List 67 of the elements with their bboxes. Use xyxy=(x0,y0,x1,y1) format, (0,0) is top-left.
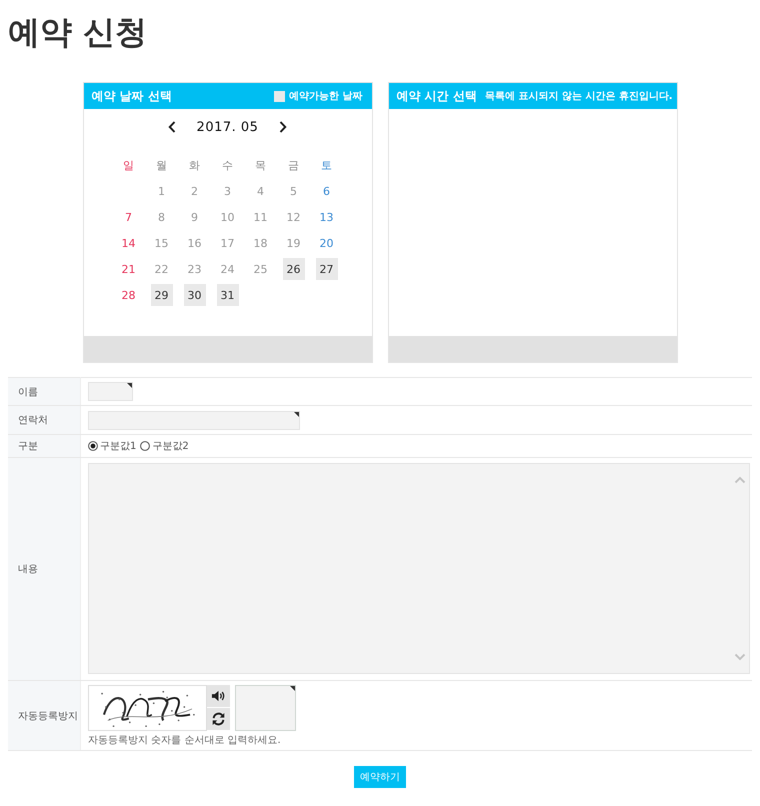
calendar-day: 7 xyxy=(118,206,140,228)
calendar-day: 22 xyxy=(150,258,172,280)
calendar-day: 16 xyxy=(184,232,206,254)
text-field[interactable] xyxy=(88,411,300,430)
legend-label: 예약가능한 날짜 xyxy=(289,90,362,103)
weekday-label: 월 xyxy=(155,158,168,174)
weekday-label: 화 xyxy=(188,158,201,174)
calendar-day: 12 xyxy=(282,206,304,228)
weekday-label: 수 xyxy=(221,158,234,174)
hint-text: 자동등록방지 숫자를 순서대로 입력하세요. xyxy=(88,735,281,747)
calendar-day: 20 xyxy=(316,232,338,254)
calendar-day: 18 xyxy=(250,232,272,254)
refresh-icon xyxy=(211,712,226,726)
calendar-day: 23 xyxy=(184,258,206,280)
calendar-day: 10 xyxy=(216,206,238,228)
swatch-icon xyxy=(274,90,286,102)
month-label: 2017. 05 xyxy=(196,120,258,134)
field-label: 연락처 xyxy=(8,406,80,434)
panel-title: 예약 시간 선택 xyxy=(396,88,477,104)
chevron-left-icon xyxy=(168,121,176,133)
chevron-up-icon[interactable] xyxy=(734,476,746,484)
calendar-day: 3 xyxy=(216,180,238,202)
weekday-label: 금 xyxy=(287,158,300,174)
calendar-day: 9 xyxy=(184,206,206,228)
panel-title: 예약 날짜 선택 xyxy=(92,88,172,104)
calendar-day: 1 xyxy=(150,180,172,202)
calendar-day[interactable]: 30 xyxy=(184,284,206,306)
radio-option[interactable]: 구분값1 xyxy=(88,439,136,453)
calendar-day[interactable]: 27 xyxy=(316,258,338,280)
refresh-button[interactable] xyxy=(207,708,230,730)
calendar-day: 24 xyxy=(216,258,238,280)
calendar-day[interactable]: 31 xyxy=(216,284,238,306)
field-label: 이름 xyxy=(8,378,80,406)
calendar-day: 19 xyxy=(282,232,304,254)
calendar-day[interactable]: 26 xyxy=(282,258,304,280)
calendar-day: 14 xyxy=(118,232,140,254)
calendar-day: 4 xyxy=(250,180,272,202)
calendar-day: 11 xyxy=(250,206,272,228)
field-label: 구분 xyxy=(8,434,80,458)
calendar-day: 6 xyxy=(316,180,338,202)
chevron-right-icon xyxy=(279,121,288,133)
calendar-day: 2 xyxy=(184,180,206,202)
captcha-field[interactable] xyxy=(235,685,296,731)
calendar-day: 28 xyxy=(118,284,140,306)
next-month-button[interactable] xyxy=(278,120,288,134)
radio-option[interactable]: 구분값2 xyxy=(140,439,189,453)
calendar-day: 21 xyxy=(118,258,140,280)
previous-month-button[interactable] xyxy=(166,120,177,134)
calendar-day: 17 xyxy=(216,232,238,254)
message-field[interactable] xyxy=(88,463,750,674)
field-label: 자동등록방지 xyxy=(8,680,80,750)
chevron-down-icon[interactable] xyxy=(734,653,746,661)
text-field[interactable] xyxy=(88,382,133,401)
calendar-day: 8 xyxy=(150,206,172,228)
page-title: 예약 신청 xyxy=(7,12,148,53)
calendar-day: 25 xyxy=(250,258,272,280)
weekday-label: 토 xyxy=(320,158,333,174)
weekday-label: 일 xyxy=(122,158,135,174)
calendar-day: 15 xyxy=(150,232,172,254)
audio-button[interactable] xyxy=(207,685,230,707)
calendar-day[interactable]: 29 xyxy=(150,284,172,306)
calendar-day: 5 xyxy=(282,180,304,202)
calendar-day: 13 xyxy=(316,206,338,228)
speaker-icon xyxy=(211,689,226,703)
notice-text: 목록에 표시되지 않는 시간은 휴진입니다. xyxy=(484,90,673,103)
field-label: 내용 xyxy=(8,458,80,680)
weekday-label: 목 xyxy=(254,158,267,174)
